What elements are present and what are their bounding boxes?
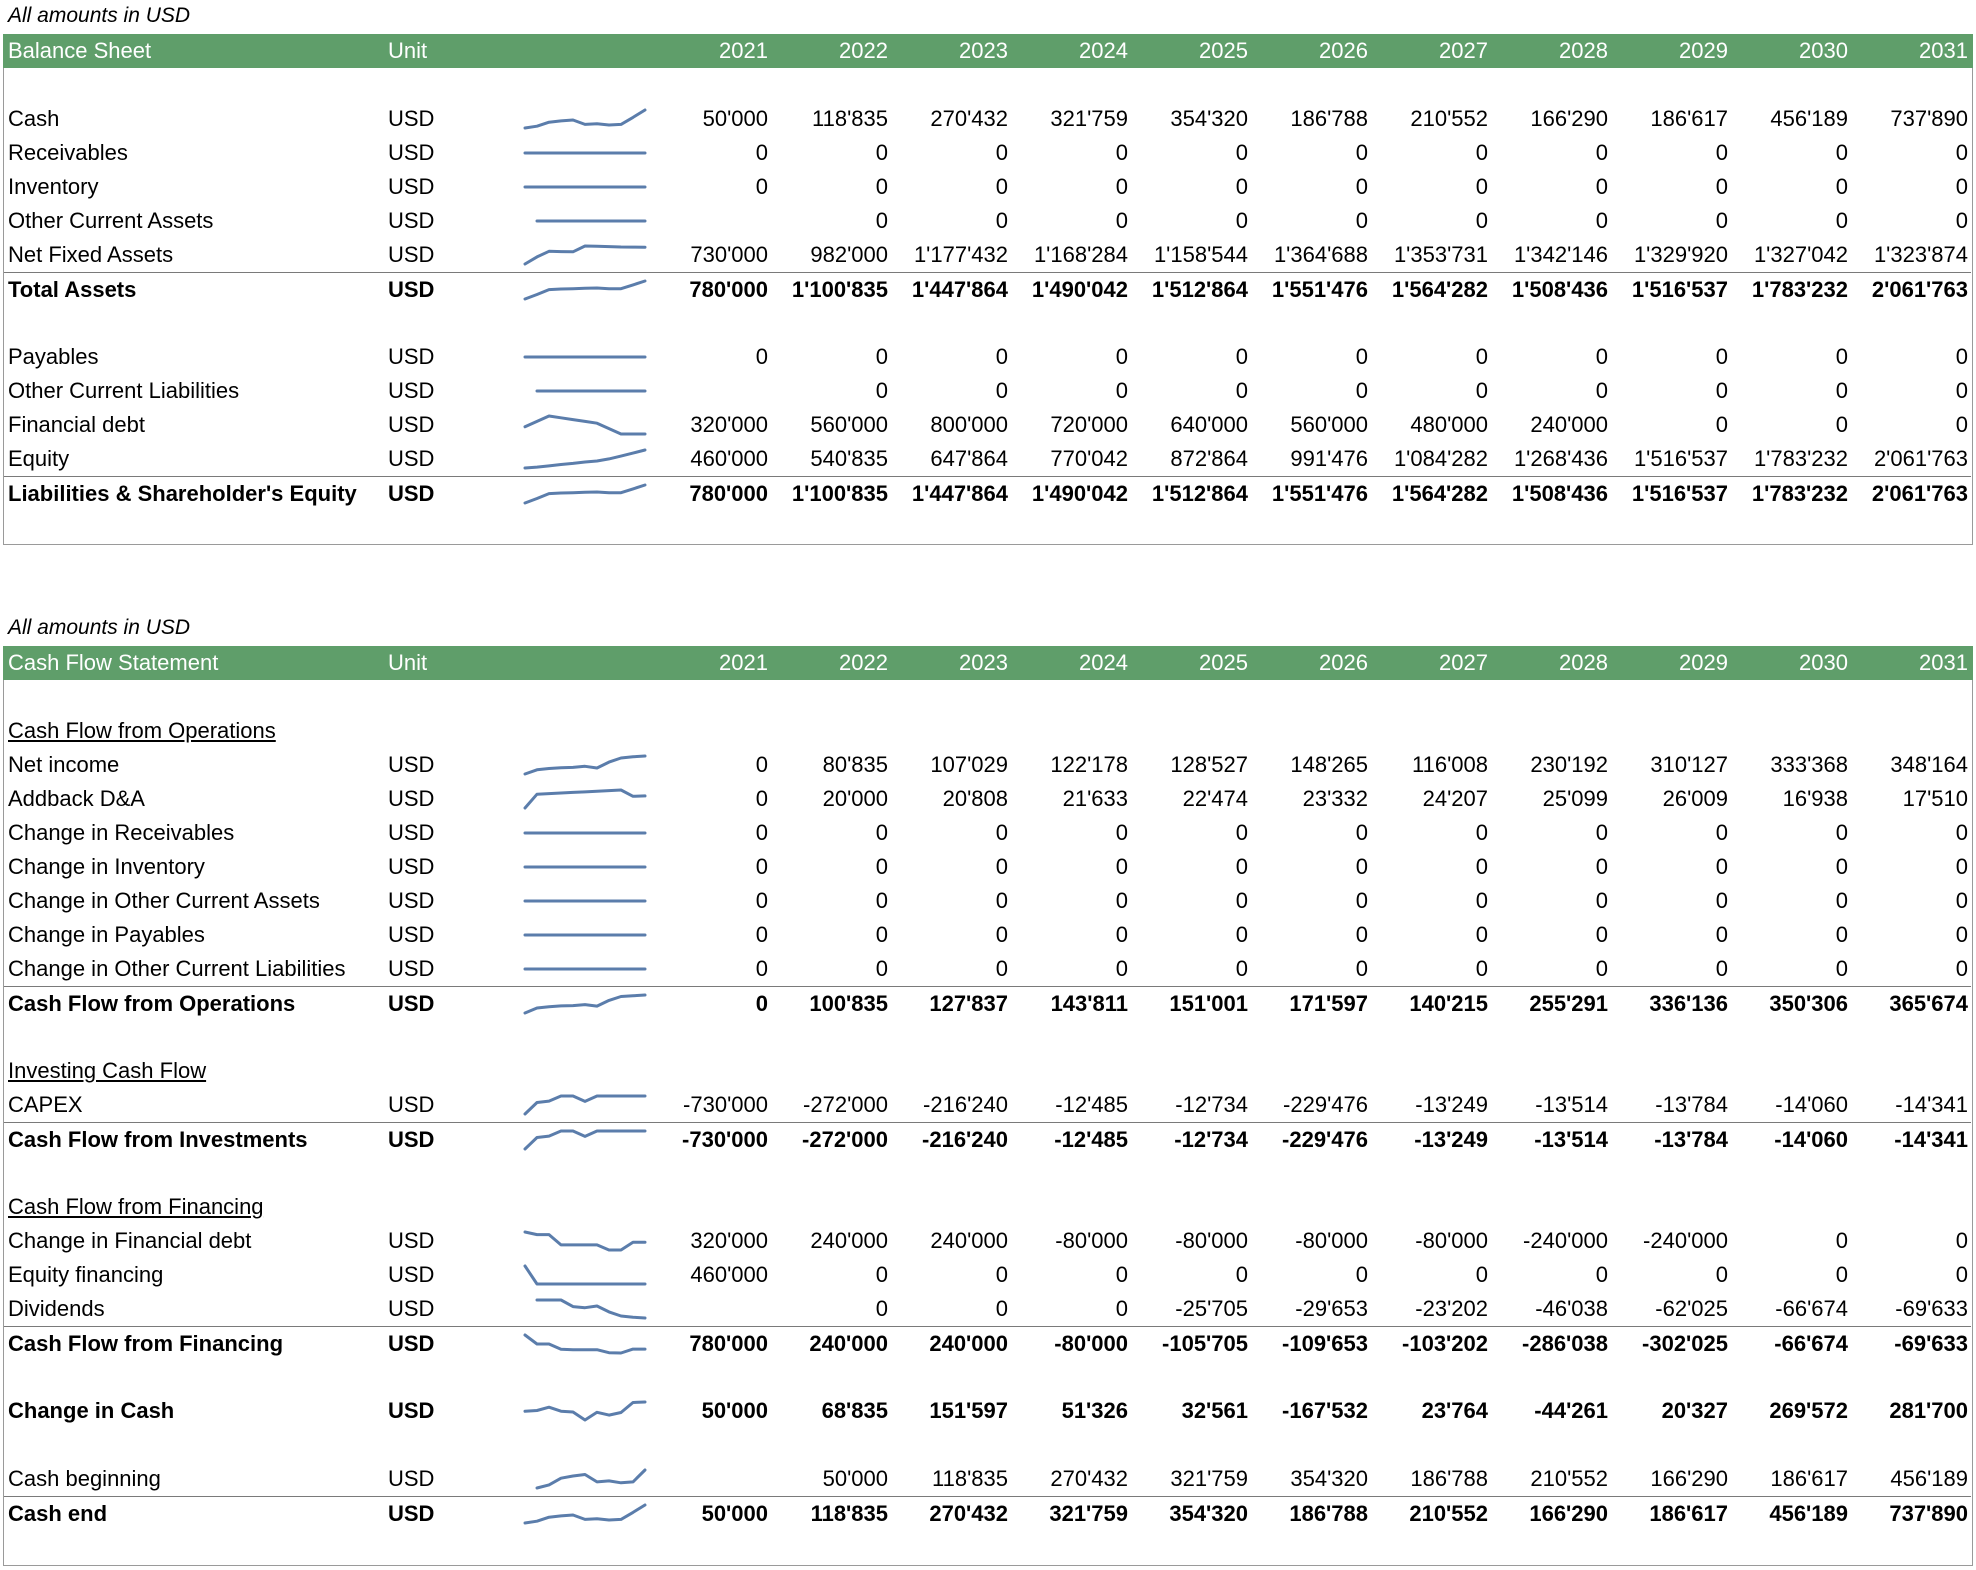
year-header-2021: 2021 <box>719 650 768 675</box>
year-header-2026: 2026 <box>1319 650 1368 675</box>
year-header-2022: 2022 <box>839 650 888 675</box>
year-header-2024: 2024 <box>1079 650 1128 675</box>
balance-sheet-section: All amounts in USD Balance Sheet Unit 2021 2… <box>0 0 1976 560</box>
table-title: Balance Sheet <box>8 38 152 63</box>
year-header-2026: 2026 <box>1319 38 1368 63</box>
year-header-2024: 2024 <box>1079 38 1128 63</box>
year-header-2028: 2028 <box>1559 650 1608 675</box>
year-header-2028: 2028 <box>1559 38 1608 63</box>
table-frame <box>3 680 1973 1566</box>
table-header: Cash Flow Statement Unit 2021 2022 2023 2024 2… <box>3 646 1973 680</box>
unit-header: Unit <box>388 650 428 675</box>
table-frame <box>3 68 1973 545</box>
units-note: All amounts in USD <box>8 4 191 27</box>
cash-flow-section: All amounts in USD Cash Flow Statement Uni… <box>0 612 1976 1566</box>
year-header-2029: 2029 <box>1679 38 1728 63</box>
year-header-2031: 2031 <box>1919 38 1968 63</box>
year-header-2022: 2022 <box>839 38 888 63</box>
table-header: Balance Sheet Unit 2021 2022 2023 2024 2025 202… <box>3 34 1973 68</box>
table-title: Cash Flow Statement <box>8 650 219 675</box>
year-header-2029: 2029 <box>1679 650 1728 675</box>
year-header-2021: 2021 <box>719 38 768 63</box>
year-header-2027: 2027 <box>1439 650 1488 675</box>
year-header-2023: 2023 <box>959 38 1008 63</box>
year-header-2030: 2030 <box>1799 38 1848 63</box>
units-note: All amounts in USD <box>8 616 191 639</box>
year-header-2023: 2023 <box>959 650 1008 675</box>
year-header-2031: 2031 <box>1919 650 1968 675</box>
year-header-2027: 2027 <box>1439 38 1488 63</box>
year-header-2025: 2025 <box>1199 650 1248 675</box>
year-header-2025: 2025 <box>1199 38 1248 63</box>
year-header-2030: 2030 <box>1799 650 1848 675</box>
unit-header: Unit <box>388 38 428 63</box>
